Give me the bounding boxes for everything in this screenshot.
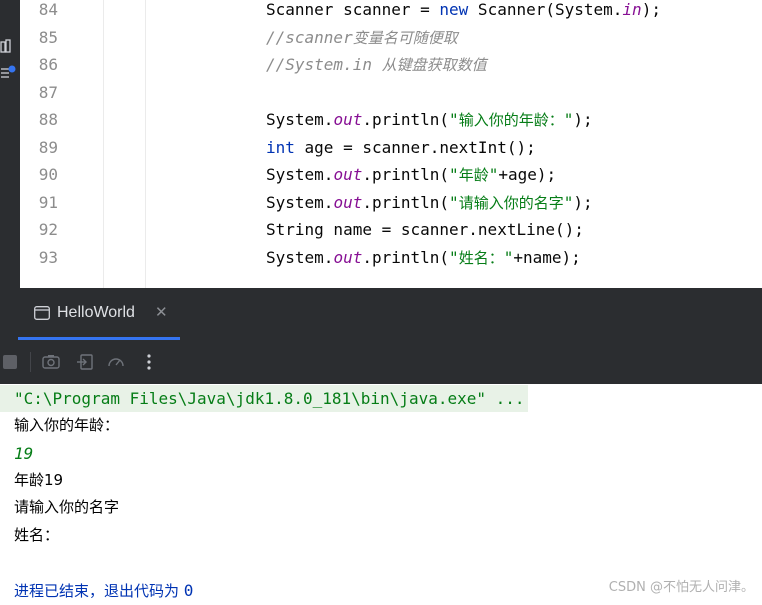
left-tool-strip [0, 0, 20, 288]
console-command-line: "C:\Program Files\Java\jdk1.8.0_181\bin\… [0, 385, 528, 412]
tab-label: HelloWorld [57, 304, 135, 321]
code-token: 输入你的年龄： [458, 111, 564, 129]
console-user-input: 19 [14, 444, 34, 463]
code-token: System. [266, 165, 334, 184]
code-token: 变量名可随便取 [352, 28, 458, 47]
code-token: 姓名： [458, 248, 504, 267]
code-token: 从键盘获取数值 [381, 56, 487, 74]
code-token: " [449, 192, 459, 212]
code-line[interactable]: 89 int age = scanner.nextInt(); [20, 134, 762, 161]
line-number[interactable]: 89 [20, 134, 58, 161]
code-line[interactable]: 91 System.out.println("请输入你的名字"); [20, 189, 762, 216]
console-output-line: 年龄19 [14, 471, 64, 489]
code-text: int age = scanner.nextInt(); [266, 134, 536, 161]
line-number[interactable]: 90 [20, 161, 58, 188]
line-number[interactable]: 84 [20, 0, 58, 23]
run-tool-window-header: HelloWorld ✕ [0, 288, 762, 340]
code-line[interactable]: 88 System.out.println("输入你的年龄："); [20, 106, 762, 133]
line-number[interactable]: 86 [20, 51, 58, 78]
code-line[interactable]: 85 //scanner变量名可随便取 [20, 24, 762, 51]
toolbar-separator [30, 352, 31, 372]
code-token: //scanner [266, 27, 353, 47]
tab-helloworld[interactable]: HelloWorld ✕ [18, 288, 180, 340]
camera-icon[interactable] [41, 352, 61, 372]
code-token: in [622, 0, 642, 19]
code-token: age = scanner.nextInt(); [294, 137, 536, 157]
line-number[interactable]: 93 [20, 244, 58, 271]
process-exit-message: 进程已结束，退出代码为 0 [14, 577, 193, 604]
code-line[interactable]: 87 [20, 79, 762, 106]
code-token: " [503, 247, 514, 267]
line-number[interactable]: 92 [20, 216, 58, 243]
line-number[interactable]: 87 [20, 79, 58, 106]
code-token: " [449, 110, 459, 129]
console-output[interactable]: "C:\Program Files\Java\jdk1.8.0_181\bin\… [0, 384, 762, 600]
code-token: " [488, 165, 499, 184]
line-number[interactable]: 88 [20, 106, 58, 133]
exit-code: 0 [183, 581, 194, 600]
code-token: ); [573, 110, 593, 129]
code-token: 请输入你的名字 [458, 193, 564, 212]
exit-text: 进程已结束，退出代码为 [14, 582, 184, 600]
code-token: new [439, 0, 469, 19]
console-output-line: 输入你的年龄： [14, 416, 120, 434]
code-token: String name = scanner.nextLine(); [266, 220, 584, 239]
code-text: //System.in 从键盘获取数值 [266, 51, 487, 79]
line-number[interactable]: 91 [20, 189, 58, 216]
code-text: Scanner scanner = new Scanner(System.in)… [266, 0, 661, 23]
problems-icon[interactable] [0, 64, 16, 80]
console-window-icon [34, 306, 50, 320]
code-token: System. [266, 247, 334, 267]
code-token: ); [573, 192, 593, 212]
watermark: CSDN @不怕无人问津。 [608, 580, 754, 595]
code-line[interactable]: 86 //System.in 从键盘获取数值 [20, 51, 762, 78]
code-token: .println( [362, 110, 450, 129]
code-text: System.out.println("请输入你的名字"); [266, 189, 593, 217]
code-token: //System.in [266, 55, 382, 74]
code-text: System.out.println("姓名："+name); [266, 244, 581, 272]
code-token: out [333, 247, 363, 267]
code-token: out [333, 110, 363, 129]
console-output-line: 姓名： [14, 526, 60, 544]
code-token: System. [266, 110, 334, 129]
close-icon[interactable]: ✕ [155, 303, 168, 321]
code-token: Scanner scanner = [266, 0, 440, 19]
code-token: +age); [498, 165, 557, 184]
code-line[interactable]: 92 String name = scanner.nextLine(); [20, 216, 762, 243]
structure-icon[interactable] [0, 38, 16, 54]
code-token: out [333, 192, 363, 212]
code-token: Scanner(System. [468, 0, 623, 19]
line-number[interactable]: 85 [20, 24, 58, 51]
code-line[interactable]: 84 Scanner scanner = new Scanner(System.i… [20, 0, 762, 23]
code-token: " [563, 192, 574, 212]
code-token: +name); [513, 247, 581, 267]
code-token: .println( [362, 247, 450, 267]
code-text: System.out.println("年龄"+age); [266, 161, 556, 189]
code-line[interactable]: 93 System.out.println("姓名："+name); [20, 244, 762, 271]
stop-icon[interactable] [0, 352, 20, 372]
run-toolbar [0, 340, 762, 384]
gauge-icon[interactable] [106, 352, 126, 372]
more-vertical-icon[interactable] [139, 352, 159, 372]
code-line[interactable]: 90 System.out.println("年龄"+age); [20, 161, 762, 188]
code-token: " [449, 165, 459, 184]
code-token: .println( [362, 165, 450, 184]
code-token: out [333, 165, 363, 184]
code-token: System. [266, 192, 334, 212]
code-token: " [449, 247, 459, 267]
code-text: String name = scanner.nextLine(); [266, 216, 584, 243]
code-token: " [563, 110, 574, 129]
code-token: 年龄 [458, 166, 489, 184]
code-text: //scanner变量名可随便取 [266, 24, 458, 52]
code-text: System.out.println("输入你的年龄："); [266, 106, 593, 134]
code-token: int [266, 137, 295, 157]
code-token: ); [641, 0, 661, 19]
code-editor[interactable]: 84 Scanner scanner = new Scanner(System.i… [20, 0, 762, 288]
console-output-line: 请输入你的名字 [14, 498, 120, 516]
code-token: .println( [362, 192, 450, 212]
exit-icon[interactable] [75, 352, 95, 372]
